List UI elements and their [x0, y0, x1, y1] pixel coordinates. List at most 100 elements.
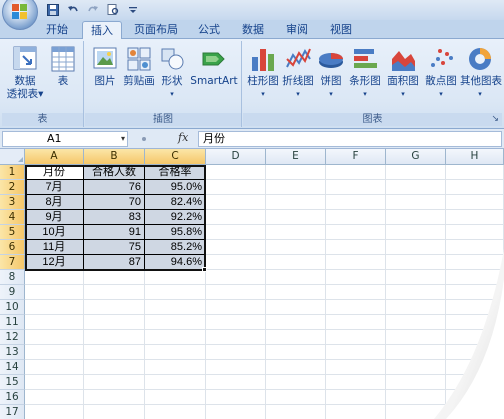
- row-header-1[interactable]: 1: [0, 165, 25, 180]
- cell-a3[interactable]: 8月: [25, 195, 84, 210]
- cell-b11[interactable]: [84, 315, 145, 330]
- cell-c1[interactable]: 合格率: [145, 165, 206, 180]
- cell-b14[interactable]: [84, 360, 145, 375]
- cell-e16[interactable]: [266, 390, 326, 405]
- cell-b1[interactable]: 合格人数: [84, 165, 145, 180]
- row-header-3[interactable]: 3: [0, 195, 25, 210]
- row-header-6[interactable]: 6: [0, 240, 25, 255]
- cell-c10[interactable]: [145, 300, 206, 315]
- table-button[interactable]: 表: [46, 45, 80, 88]
- tab-home[interactable]: 开始: [38, 21, 76, 39]
- cell-c9[interactable]: [145, 285, 206, 300]
- cell-g2[interactable]: [386, 180, 446, 195]
- cell-a10[interactable]: [25, 300, 84, 315]
- worksheet-grid[interactable]: ABCDEFGH 123456789101112131415161718 月份合…: [0, 149, 504, 419]
- cell-d5[interactable]: [206, 225, 266, 240]
- print-preview-icon[interactable]: [104, 2, 122, 18]
- cell-d2[interactable]: [206, 180, 266, 195]
- cell-e7[interactable]: [266, 255, 326, 270]
- cell-f2[interactable]: [326, 180, 386, 195]
- cell-h4[interactable]: [446, 210, 504, 225]
- column-header-h[interactable]: H: [446, 149, 504, 165]
- cell-b15[interactable]: [84, 375, 145, 390]
- other-charts-button[interactable]: 其他图表 ▾: [460, 45, 502, 101]
- name-box-dropdown-icon[interactable]: ▾: [121, 132, 125, 146]
- row-header-8[interactable]: 8: [0, 270, 25, 285]
- cell-b4[interactable]: 83: [84, 210, 145, 225]
- insert-function-button[interactable]: fx: [178, 131, 188, 144]
- cell-b16[interactable]: [84, 390, 145, 405]
- cell-d3[interactable]: [206, 195, 266, 210]
- customize-qat-icon[interactable]: [124, 2, 142, 18]
- undo-icon[interactable]: [64, 2, 82, 18]
- cell-c17[interactable]: [145, 405, 206, 419]
- cell-d9[interactable]: [206, 285, 266, 300]
- cell-c13[interactable]: [145, 345, 206, 360]
- clipart-button[interactable]: 剪贴画: [121, 45, 157, 88]
- row-header-13[interactable]: 13: [0, 345, 25, 360]
- cell-d12[interactable]: [206, 330, 266, 345]
- column-header-c[interactable]: C: [145, 149, 206, 165]
- cell-h2[interactable]: [446, 180, 504, 195]
- smartart-button[interactable]: SmartArt: [188, 45, 240, 88]
- cell-b17[interactable]: [84, 405, 145, 419]
- scatter-chart-button[interactable]: 散点图 ▾: [423, 45, 459, 101]
- cell-f1[interactable]: [326, 165, 386, 180]
- cell-a4[interactable]: 9月: [25, 210, 84, 225]
- tab-view[interactable]: 视图: [322, 21, 360, 39]
- formula-bar-handle-icon[interactable]: [142, 137, 146, 141]
- cell-d4[interactable]: [206, 210, 266, 225]
- cell-c6[interactable]: 85.2%: [145, 240, 206, 255]
- cell-e2[interactable]: [266, 180, 326, 195]
- cell-e1[interactable]: [266, 165, 326, 180]
- cell-e10[interactable]: [266, 300, 326, 315]
- cell-c8[interactable]: [145, 270, 206, 285]
- area-chart-button[interactable]: 面积图 ▾: [384, 45, 422, 101]
- cell-f4[interactable]: [326, 210, 386, 225]
- cell-c2[interactable]: 95.0%: [145, 180, 206, 195]
- cell-a16[interactable]: [25, 390, 84, 405]
- column-header-e[interactable]: E: [266, 149, 326, 165]
- cell-a9[interactable]: [25, 285, 84, 300]
- cell-d1[interactable]: [206, 165, 266, 180]
- cell-a1[interactable]: 月份: [25, 165, 84, 180]
- cell-a11[interactable]: [25, 315, 84, 330]
- cell-b9[interactable]: [84, 285, 145, 300]
- row-header-4[interactable]: 4: [0, 210, 25, 225]
- cell-d8[interactable]: [206, 270, 266, 285]
- cell-e4[interactable]: [266, 210, 326, 225]
- row-header-12[interactable]: 12: [0, 330, 25, 345]
- cell-e17[interactable]: [266, 405, 326, 419]
- formula-input[interactable]: 月份: [198, 131, 502, 147]
- cell-d15[interactable]: [206, 375, 266, 390]
- cell-d17[interactable]: [206, 405, 266, 419]
- cell-b10[interactable]: [84, 300, 145, 315]
- cell-b3[interactable]: 70: [84, 195, 145, 210]
- column-chart-button[interactable]: 柱形图 ▾: [246, 45, 280, 101]
- cell-g5[interactable]: [386, 225, 446, 240]
- row-header-7[interactable]: 7: [0, 255, 25, 270]
- cell-b6[interactable]: 75: [84, 240, 145, 255]
- cell-e8[interactable]: [266, 270, 326, 285]
- column-header-f[interactable]: F: [326, 149, 386, 165]
- cell-g1[interactable]: [386, 165, 446, 180]
- tab-formulas[interactable]: 公式: [190, 21, 228, 39]
- cell-e9[interactable]: [266, 285, 326, 300]
- cell-b5[interactable]: 91: [84, 225, 145, 240]
- bar-chart-button[interactable]: 条形图 ▾: [347, 45, 383, 101]
- row-header-14[interactable]: 14: [0, 360, 25, 375]
- cell-d6[interactable]: [206, 240, 266, 255]
- shapes-button[interactable]: 形状 ▾: [157, 45, 187, 101]
- cell-h3[interactable]: [446, 195, 504, 210]
- cell-a12[interactable]: [25, 330, 84, 345]
- cell-a13[interactable]: [25, 345, 84, 360]
- column-header-d[interactable]: D: [206, 149, 266, 165]
- cell-h1[interactable]: [446, 165, 504, 180]
- fill-handle[interactable]: [202, 267, 207, 272]
- cell-h5[interactable]: [446, 225, 504, 240]
- cell-d13[interactable]: [206, 345, 266, 360]
- cell-e14[interactable]: [266, 360, 326, 375]
- cell-e12[interactable]: [266, 330, 326, 345]
- cell-a5[interactable]: 10月: [25, 225, 84, 240]
- row-header-5[interactable]: 5: [0, 225, 25, 240]
